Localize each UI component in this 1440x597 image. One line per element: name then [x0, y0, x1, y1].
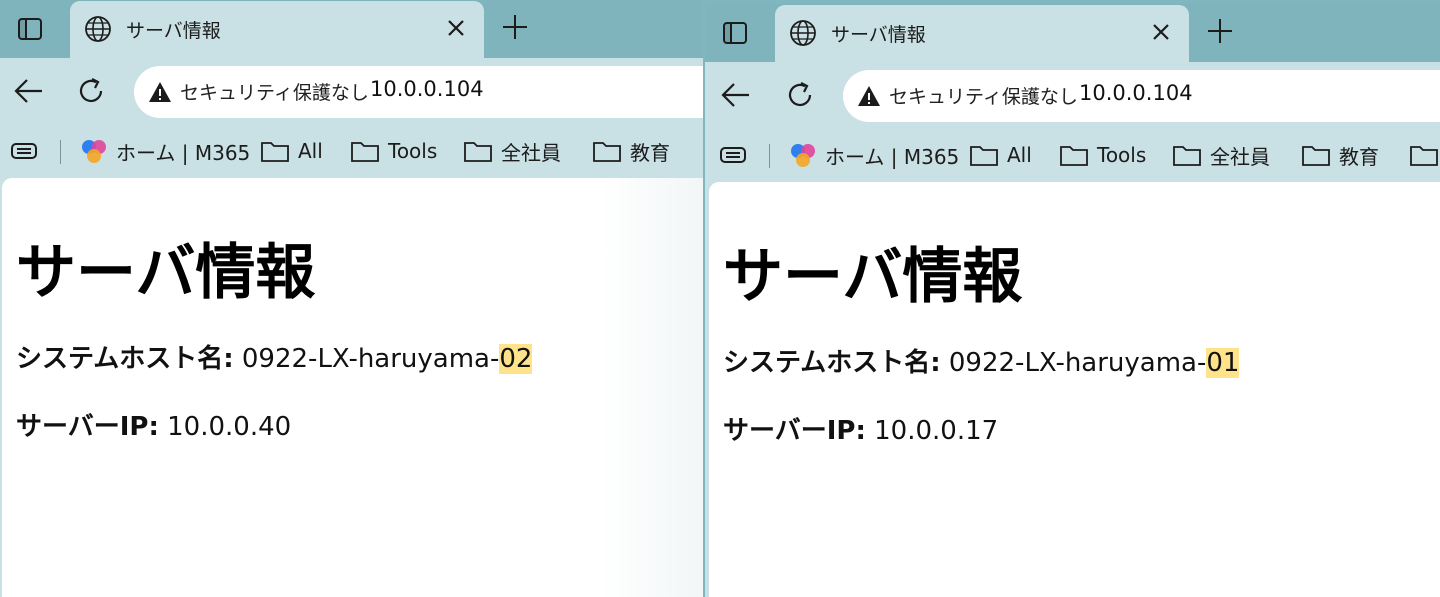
new-tab-icon[interactable] [500, 12, 530, 42]
bookmark-all-staff[interactable]: 全社員 [1172, 140, 1270, 170]
bookmark-m365[interactable]: ホーム | M365 [80, 136, 250, 166]
folder-icon [1060, 146, 1088, 166]
server-ip-row: サーバーIP: 10.0.0.40 [16, 406, 291, 443]
page-content: サーバ情報 システムホスト名: 0922-LX-haruyama-02 サーバー… [2, 178, 703, 597]
bookmark-label: ホーム | M365 [825, 144, 960, 169]
navigation-toolbar: セキュリティ保護なし 10.0.0.104 [0, 58, 703, 124]
server-ip-value: 10.0.0.40 [167, 412, 292, 442]
bookmarks-bar: ホーム | M365 All Tools 全社員 教育 [705, 128, 1440, 182]
reading-list-button[interactable] [719, 140, 757, 170]
bookmarks-bar: ホーム | M365 All Tools 全社員 教育 [0, 124, 703, 178]
warning-icon[interactable] [857, 84, 881, 108]
tab-server-info[interactable]: サーバ情報 [70, 1, 484, 59]
folder-icon [351, 142, 379, 162]
folder-icon [593, 142, 621, 162]
folder-icon [970, 146, 998, 166]
hostname-label: システムホスト名: [16, 344, 234, 374]
security-label: セキュリティ保護なし [889, 86, 1078, 108]
folder-icon [1410, 146, 1438, 166]
tab-server-info[interactable]: サーバ情報 [775, 5, 1189, 63]
reading-list-button[interactable] [10, 136, 48, 166]
close-icon[interactable] [1147, 18, 1175, 46]
address-bar[interactable]: セキュリティ保護なし 10.0.0.104 [843, 70, 1440, 122]
hostname-suffix-highlight: 02 [499, 344, 533, 374]
hostname-row: システムホスト名: 0922-LX-haruyama-01 [723, 342, 1240, 379]
refresh-icon[interactable] [74, 74, 108, 108]
url-text[interactable]: 10.0.0.104 [1079, 81, 1193, 105]
globe-icon [85, 16, 111, 42]
server-ip-label: サーバーIP: [723, 416, 866, 446]
bookmark-label: ホーム | M365 [116, 140, 251, 165]
url-text[interactable]: 10.0.0.104 [370, 77, 484, 101]
tab-actions-button[interactable] [705, 4, 765, 62]
folder-icon [1302, 146, 1330, 166]
tab-actions-icon [18, 18, 42, 40]
hostname-row: システムホスト名: 0922-LX-haruyama-02 [16, 338, 533, 375]
browser-window-left: サーバ情報 セキュリティ保護なし 10.0.0.104 ホーム | M365 A… [0, 0, 703, 597]
server-ip-label: サーバーIP: [16, 412, 159, 442]
bookmark-education[interactable]: 教育 [1301, 140, 1379, 170]
new-tab-icon[interactable] [1205, 16, 1235, 46]
hostname-label: システムホスト名: [723, 348, 941, 378]
bookmark-tools[interactable]: Tools [350, 136, 437, 166]
reading-list-icon [720, 147, 746, 163]
bookmark-all-staff[interactable]: 全社員 [463, 136, 561, 166]
tab-actions-button[interactable] [0, 0, 60, 58]
tab-strip: サーバ情報 [0, 0, 703, 59]
hostname-suffix-highlight: 01 [1206, 348, 1240, 378]
bookmark-label: Tools [388, 139, 438, 163]
bookmark-tools[interactable]: Tools [1059, 140, 1146, 170]
folder-icon [261, 142, 289, 162]
refresh-icon[interactable] [783, 78, 817, 112]
navigation-toolbar: セキュリティ保護なし 10.0.0.104 [705, 62, 1440, 128]
security-label: セキュリティ保護なし [180, 82, 369, 104]
browser-window-right: サーバ情報 セキュリティ保護なし 10.0.0.104 ホーム | M365 A… [705, 4, 1440, 597]
folder-icon [464, 142, 492, 162]
server-ip-value: 10.0.0.17 [874, 416, 999, 446]
bookmark-all[interactable]: All [969, 140, 1032, 170]
bookmark-label: 全社員 [1210, 144, 1270, 169]
bookmark-label: All [1007, 143, 1032, 167]
tab-strip: サーバ情報 [705, 4, 1440, 63]
hostname-value: 0922-LX-haruyama- [241, 344, 500, 374]
bookmark-label: Tools [1097, 143, 1147, 167]
bookmark-m365[interactable]: ホーム | M365 [789, 140, 959, 170]
bookmark-label: 教育 [1339, 144, 1379, 169]
bookmark-label: 全社員 [501, 140, 561, 165]
page-content: サーバ情報 システムホスト名: 0922-LX-haruyama-01 サーバー… [709, 182, 1440, 597]
bookmarks-divider [769, 144, 770, 168]
bookmark-overflow-folder[interactable] [1409, 140, 1440, 170]
tab-title: サーバ情報 [126, 20, 221, 42]
m365-icon [791, 144, 815, 167]
bookmark-all[interactable]: All [260, 136, 323, 166]
m365-icon [82, 140, 106, 163]
back-arrow-icon[interactable] [12, 74, 46, 108]
page-title: サーバ情報 [723, 242, 1023, 312]
warning-icon[interactable] [148, 80, 172, 104]
bookmark-label: 教育 [630, 140, 670, 165]
close-icon[interactable] [442, 14, 470, 42]
server-ip-row: サーバーIP: 10.0.0.17 [723, 410, 998, 447]
folder-icon [1173, 146, 1201, 166]
bookmark-label: All [298, 139, 323, 163]
back-arrow-icon[interactable] [719, 78, 753, 112]
globe-icon [790, 20, 816, 46]
page-title: サーバ情報 [16, 238, 316, 308]
tab-actions-icon [723, 22, 747, 44]
bookmark-education[interactable]: 教育 [592, 136, 670, 166]
address-bar[interactable]: セキュリティ保護なし 10.0.0.104 [134, 66, 703, 118]
tab-title: サーバ情報 [831, 24, 926, 46]
bookmarks-divider [60, 140, 61, 164]
hostname-value: 0922-LX-haruyama- [948, 348, 1207, 378]
reading-list-icon [11, 143, 37, 159]
